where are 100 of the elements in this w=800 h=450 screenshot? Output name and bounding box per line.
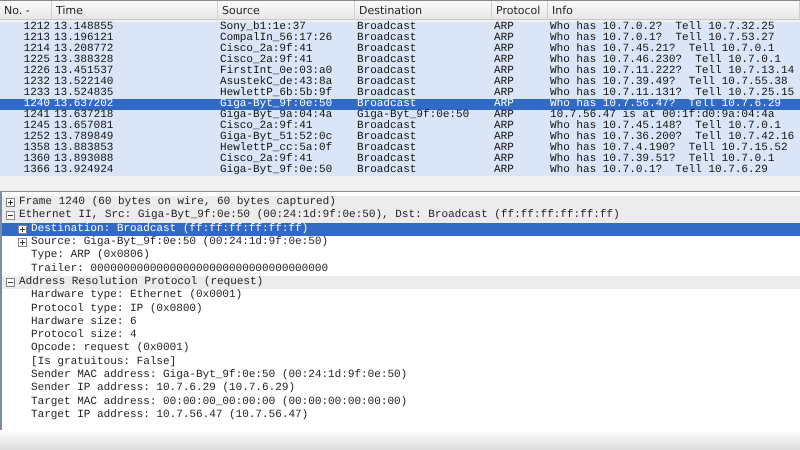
collapse-icon[interactable] — [6, 278, 15, 287]
packet-row[interactable]: 1232 13.522140 AsustekC_de:43:8a Broadcast ARP Who has 10.7.39.49? Tell 10.7.55.38 — [0, 77, 800, 88]
table-cell-text: Broadcast — [356, 66, 418, 77]
tree-row-text: Sender IP address: 10.7.6.29 (10.7.6.29) — [31, 382, 296, 396]
packet-row[interactable]: 1212 13.148855 Sony_b1:1e:37 Broadcast ARP Who has 10.7.0.2? Tell 10.7.32.25 — [0, 22, 800, 33]
table-cell-text: Cisco_2a:9f:41 — [219, 121, 312, 132]
tree-row-text: Frame 1240 (60 bytes on wire, 60 bytes captured) — [19, 196, 336, 209]
tree-row[interactable]: Trailer: 000000000000000000000000000000000000 — [2, 262, 800, 276]
table-cell-text: 13.789849 — [53, 132, 114, 143]
table-cell-text: Who has 10.7.36.200? Tell 10.7.42.16 — [549, 132, 796, 143]
table-cell-text: 13.451537 — [53, 66, 114, 77]
packet-row[interactable]: 1241 13.637218 Giga-Byt_9a:04:4a Giga-Byt_9f:0e:50 ARP 10.7.56.47 is at 00:1f:d0:9a:04:4a — [0, 110, 800, 121]
packet-row[interactable]: 1213 13.196121 CompalIn_56:17:26 Broadcast ARP Who has 10.7.0.1? Tell 10.7.53.27 — [0, 33, 800, 44]
table-cell-text: 13.924924 — [53, 165, 114, 176]
table-cell-text: Cisco_2a:9f:41 — [219, 154, 312, 165]
table-cell-text: Giga-Byt_9f:0e:50 — [219, 165, 334, 176]
tree-row-text: Trailer: 000000000000000000000000000000000000 — [31, 262, 328, 276]
column-header[interactable]: No. - — [0, 1, 52, 20]
table-cell-text: ARP — [493, 33, 515, 44]
packet-row[interactable]: 1252 13.789849 Giga-Byt_51:52:0c Broadcast ARP Who has 10.7.36.200? Tell 10.7.42.16 — [0, 132, 800, 143]
table-cell-text: 13.893088 — [53, 154, 114, 165]
tree-row[interactable]: Target IP address: 10.7.56.47 (10.7.56.47) — [2, 408, 800, 422]
column-header[interactable]: Info — [548, 1, 800, 20]
packet-row[interactable]: 1233 13.524835 HewlettP_6b:5b:9f Broadcast ARP Who has 10.7.11.131? Tell 10.7.25.15 — [0, 88, 800, 99]
tree-row[interactable]: Source: Giga-Byt_9f:0e:50 (00:24:1d:9f:0e:50) — [2, 236, 800, 250]
table-cell-text: 1240 — [22, 99, 51, 110]
table-cell-text: Broadcast — [356, 121, 418, 132]
column-header[interactable]: Time — [52, 1, 218, 20]
packet-row[interactable]: 1245 13.657081 Cisco_2a:9f:41 Broadcast ARP Who has 10.7.45.148? Tell 10.7.0.1 — [0, 121, 800, 132]
table-cell-text: Who has 10.7.45.148? Tell 10.7.0.1 — [549, 121, 782, 132]
packet-row[interactable]: 1226 13.451537 FirstInt_0e:03:a0 Broadcast ARP Who has 10.7.11.222? Tell 10.7.13.14 — [0, 66, 800, 77]
expand-icon[interactable] — [18, 238, 27, 248]
tree-row[interactable]: Protocol size: 4 — [2, 328, 800, 342]
table-cell-text: 13.637218 — [53, 110, 114, 121]
tree-row-text: Ethernet II, Src: Giga-Byt_9f:0e:50 (00:24:1d:9f:0e:50), Dst: Broadcast (ff:ff:ff:ff:ff:ff) — [19, 209, 620, 222]
column-header[interactable]: Source — [218, 1, 355, 20]
table-cell-text: Broadcast — [356, 88, 418, 99]
table-cell-text: 1225 — [22, 55, 51, 66]
table-cell-text: Broadcast — [356, 44, 418, 55]
tree-row[interactable]: Type: ARP (0x0806) — [2, 249, 800, 262]
tree-row[interactable]: [Is gratuitous: False] — [2, 356, 800, 369]
table-cell-text: Giga-Byt_9a:04:4a — [219, 110, 334, 121]
table-cell-text: ARP — [493, 99, 515, 110]
table-cell-text: Cisco_2a:9f:41 — [219, 55, 312, 66]
tree-row-text: Destination: Broadcast (ff:ff:ff:ff:ff:ff) — [31, 222, 308, 236]
table-cell-text: ARP — [493, 110, 515, 121]
table-cell-text: Who has 10.7.39.49? Tell 10.7.55.38 — [549, 77, 788, 88]
packet-row[interactable]: 1225 13.388328 Cisco_2a:9f:41 Broadcast ARP Who has 10.7.46.230? Tell 10.7.0.1 — [0, 55, 800, 66]
packet-row[interactable]: 1358 13.883853 HewlettP_cc:5a:0f Broadcast ARP Who has 10.7.4.190? Tell 10.7.15.52 — [0, 143, 800, 154]
packet-row[interactable]: 1366 13.924924 Giga-Byt_9f:0e:50 Broadcast ARP Who has 10.7.0.1? Tell 10.7.6.29 — [0, 165, 800, 176]
table-cell-text: Giga-Byt_51:52:0c — [219, 132, 334, 143]
table-cell-text: 1226 — [22, 66, 51, 77]
tree-row[interactable]: Hardware size: 6 — [2, 316, 800, 329]
table-cell-text: ARP — [493, 132, 515, 143]
table-cell-text: Who has 10.7.0.1? Tell 10.7.6.29 — [549, 165, 769, 176]
tree-row[interactable]: Address Resolution Protocol (request) — [2, 276, 800, 290]
tree-row[interactable]: Ethernet II, Src: Giga-Byt_9f:0e:50 (00:24:1d:9f:0e:50), Dst: Broadcast (ff:ff:ff:ff:ff:ff) — [2, 209, 800, 223]
table-cell-text: Who has 10.7.39.51? Tell 10.7.0.1 — [549, 154, 776, 165]
table-cell-text: 1241 — [22, 110, 51, 121]
tree-row[interactable]: Destination: Broadcast (ff:ff:ff:ff:ff:ff) — [2, 222, 800, 236]
tree-row[interactable]: Sender IP address: 10.7.6.29 (10.7.6.29) — [2, 382, 800, 396]
table-cell-text: 13.148855 — [53, 22, 114, 33]
table-cell-text: Broadcast — [356, 154, 418, 165]
table-cell-text: ARP — [493, 143, 515, 154]
tree-row[interactable]: Protocol type: IP (0x0800) — [2, 302, 800, 316]
packet-row[interactable]: 1240 13.637202 Giga-Byt_9f:0e:50 Broadcast ARP Who has 10.7.56.47? Tell 10.7.6.29 — [0, 99, 800, 110]
table-cell-text: Cisco_2a:9f:41 — [219, 44, 314, 55]
expand-icon[interactable] — [18, 224, 27, 234]
tree-row[interactable]: Target MAC address: 00:00:00_00:00:00 (00:00:00:00:00:00) — [2, 395, 800, 409]
tree-row-text: Hardware size: 6 — [31, 316, 137, 329]
table-cell-text: Who has 10.7.4.190? Tell 10.7.15.52 — [549, 143, 789, 154]
tree-row-text: Protocol size: 4 — [31, 329, 137, 342]
tree-row[interactable]: Frame 1240 (60 bytes on wire, 60 bytes captured) — [2, 196, 800, 210]
collapse-icon[interactable] — [6, 211, 15, 220]
table-cell-text: 1366 — [22, 165, 51, 176]
table-cell-text: Broadcast — [356, 165, 418, 176]
table-cell-text: Who has 10.7.11.222? Tell 10.7.13.14 — [549, 66, 796, 77]
table-cell-text: 1358 — [22, 143, 51, 154]
table-cell-text: 1212 — [22, 22, 51, 33]
tree-row[interactable]: Opcode: request (0x0001) — [2, 342, 800, 356]
tree-row[interactable]: Hardware type: Ethernet (0x0001) — [2, 289, 800, 302]
table-cell-text: Giga-Byt_9f:0e:50 — [356, 110, 470, 121]
table-cell-text: ARP — [493, 44, 515, 55]
packet-row[interactable]: 1214 13.208772 Cisco_2a:9f:41 Broadcast ARP Who has 10.7.45.21? Tell 10.7.0.1 — [0, 44, 800, 55]
tree-row-text: Source: Giga-Byt_9f:0e:50 (00:24:1d:9f:0e:50) — [31, 236, 328, 249]
table-cell-text: CompalIn_56:17:26 — [219, 33, 334, 44]
table-cell-text: 1213 — [22, 33, 51, 44]
packet-row[interactable]: 1360 13.893088 Cisco_2a:9f:41 Broadcast ARP Who has 10.7.39.51? Tell 10.7.0.1 — [0, 154, 800, 165]
tree-row-text: Opcode: request (0x0001) — [31, 342, 190, 356]
column-header[interactable]: Protocol — [492, 1, 548, 20]
tree-row-text: Protocol type: IP (0x0800) — [31, 302, 203, 316]
table-cell-text: 13.883853 — [53, 143, 114, 154]
table-cell-text: 1360 — [22, 154, 51, 165]
table-cell-text: 13.196121 — [53, 33, 114, 44]
table-cell-text: Who has 10.7.56.47? Tell 10.7.6.29 — [549, 99, 782, 110]
table-cell-text: ARP — [493, 55, 515, 66]
expand-icon[interactable] — [6, 198, 15, 208]
tree-row[interactable]: Sender MAC address: Giga-Byt_9f:0e:50 (00:24:1d:9f:0e:50) — [2, 368, 800, 382]
column-header[interactable]: Destination — [355, 1, 492, 20]
table-cell-text: ARP — [493, 154, 515, 165]
